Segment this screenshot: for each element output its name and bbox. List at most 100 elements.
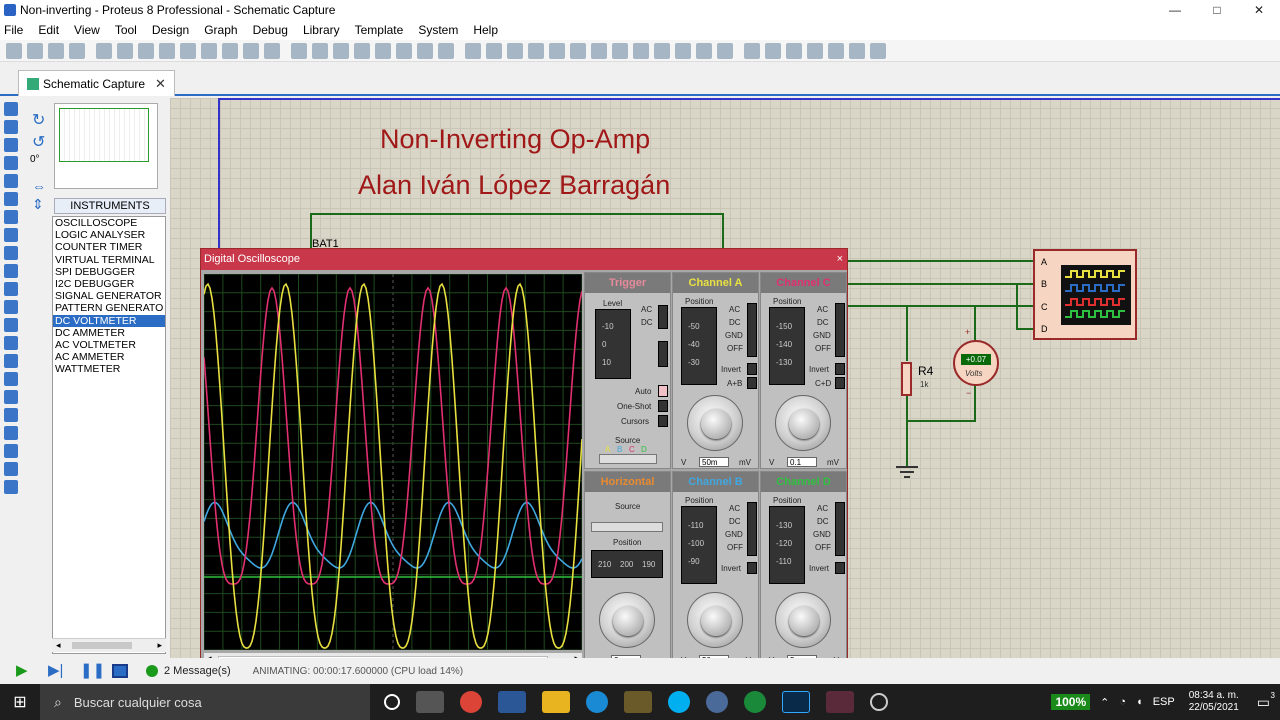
trigger-auto-button[interactable] <box>658 385 668 397</box>
channel-a-combine-button[interactable] <box>747 377 757 389</box>
generator-icon[interactable] <box>4 300 18 314</box>
line-icon[interactable] <box>4 354 18 368</box>
paste-icon[interactable] <box>549 42 565 59</box>
skype-icon[interactable] <box>668 691 690 713</box>
back-icon[interactable] <box>159 42 175 59</box>
oscilloscope-component[interactable]: A B C D <box>1033 249 1137 340</box>
menu-graph[interactable]: Graph <box>204 23 237 37</box>
play-icon[interactable]: ▶ <box>16 662 36 680</box>
channel-c-volts-knob[interactable] <box>775 395 831 451</box>
pcb-icon[interactable] <box>138 42 154 59</box>
box-icon[interactable] <box>4 372 18 386</box>
horizontal-position-dial[interactable]: 210 200 190 <box>591 550 663 578</box>
messages-count[interactable]: 2 Message(s) <box>164 665 231 677</box>
app-icon[interactable] <box>706 691 728 713</box>
pan-icon[interactable] <box>354 42 370 59</box>
block-rotate-icon[interactable] <box>612 42 628 59</box>
dc-voltmeter[interactable]: +0.07 Volts <box>953 340 999 386</box>
mirror-x-icon[interactable]: ⇔ <box>32 178 50 194</box>
oscilloscope-titlebar[interactable]: Digital Oscilloscope × <box>201 249 847 270</box>
cortana-icon[interactable] <box>384 694 400 710</box>
channel-c-position-dial[interactable]: -150 -140 -130 <box>769 307 805 385</box>
menu-help[interactable]: Help <box>473 23 498 37</box>
copy-icon[interactable] <box>528 42 544 59</box>
property-tool-icon[interactable] <box>786 42 802 59</box>
channel-c-invert-button[interactable] <box>835 363 845 375</box>
schematic-icon[interactable] <box>117 42 133 59</box>
minimize-button[interactable]: — <box>1154 0 1196 20</box>
redo-icon[interactable] <box>486 42 502 59</box>
obs-icon[interactable] <box>870 693 888 711</box>
instruments-hscrollbar[interactable]: ◂ ▸ <box>52 638 166 652</box>
trigger-level-dial[interactable]: -10 0 10 <box>595 309 631 379</box>
undo-icon[interactable] <box>465 42 481 59</box>
virtual-instruments-icon[interactable] <box>4 336 18 350</box>
graph-icon[interactable] <box>4 264 18 278</box>
channel-b-invert-button[interactable] <box>747 562 757 574</box>
step-icon[interactable]: ▶| <box>48 662 68 680</box>
horizontal-source-slider[interactable] <box>591 522 663 532</box>
channel-c-coupling-switch[interactable] <box>835 303 845 357</box>
exit-parent-icon[interactable] <box>849 42 865 59</box>
channel-a-position-dial[interactable]: -50 -40 -30 <box>681 307 717 385</box>
list-item[interactable]: WATTMETER <box>53 363 165 375</box>
volume-icon[interactable]: ◖ <box>1136 696 1143 708</box>
list-item[interactable]: SPI DEBUGGER <box>53 266 165 278</box>
wire-label-icon[interactable] <box>4 156 18 170</box>
grid-icon[interactable] <box>312 42 328 59</box>
pause-icon[interactable]: ❚❚ <box>80 662 105 680</box>
import-icon[interactable] <box>69 42 85 59</box>
block-copy-icon[interactable] <box>570 42 586 59</box>
language-indicator[interactable]: ESP <box>1153 696 1175 708</box>
minecraft-icon[interactable] <box>624 691 652 713</box>
remove-sheet-icon[interactable] <box>828 42 844 59</box>
channel-b-volts-knob[interactable] <box>687 592 743 648</box>
channel-b-coupling-switch[interactable] <box>747 502 757 556</box>
network-icon[interactable]: ◔ <box>1119 696 1126 708</box>
forward-icon[interactable] <box>180 42 196 59</box>
scroll-thumb[interactable] <box>72 642 132 649</box>
channel-d-invert-button[interactable] <box>835 562 845 574</box>
list-item[interactable]: PATTERN GENERATO <box>53 302 165 314</box>
photoshop-icon[interactable] <box>782 691 810 713</box>
buses-icon[interactable] <box>4 192 18 206</box>
list-item[interactable]: DC AMMETER <box>53 327 165 339</box>
taskbar-search[interactable]: ⌕ Buscar cualquier cosa <box>40 684 370 720</box>
channel-a-coupling-switch[interactable] <box>747 303 757 357</box>
block-move-icon[interactable] <box>591 42 607 59</box>
text-icon[interactable] <box>4 444 18 458</box>
bom-icon[interactable] <box>201 42 217 59</box>
selection-mode-icon[interactable] <box>4 102 18 116</box>
refresh-icon[interactable] <box>291 42 307 59</box>
stop-icon[interactable] <box>112 664 128 678</box>
overview-window[interactable] <box>54 103 158 189</box>
channel-d-volts-knob[interactable] <box>775 592 831 648</box>
decompose-icon[interactable] <box>717 42 733 59</box>
close-button[interactable]: ✕ <box>1238 0 1280 20</box>
list-item-selected[interactable]: DC VOLTMETER <box>53 314 165 327</box>
list-item[interactable]: I2C DEBUGGER <box>53 278 165 290</box>
trigger-coupling-switch[interactable] <box>658 305 668 329</box>
menu-tool[interactable]: Tool <box>115 23 137 37</box>
tab-schematic-capture[interactable]: Schematic Capture ✕ <box>18 70 175 96</box>
channel-d-coupling-switch[interactable] <box>835 502 845 556</box>
source-code-icon[interactable] <box>243 42 259 59</box>
zoom-area-icon[interactable] <box>438 42 454 59</box>
menu-edit[interactable]: Edit <box>38 23 59 37</box>
circle-icon[interactable] <box>4 390 18 404</box>
xbox-icon[interactable] <box>744 691 766 713</box>
list-item[interactable]: AC VOLTMETER <box>53 339 165 351</box>
menu-library[interactable]: Library <box>303 23 340 37</box>
home-icon[interactable] <box>96 42 112 59</box>
new-sheet-icon[interactable] <box>807 42 823 59</box>
open-file-icon[interactable] <box>27 42 43 59</box>
trigger-cursors-button[interactable] <box>658 415 668 427</box>
horizontal-time-knob[interactable] <box>599 592 655 648</box>
chrome-icon[interactable] <box>460 691 482 713</box>
list-item[interactable]: OSCILLOSCOPE <box>53 217 165 229</box>
windows-start-icon[interactable]: ⊞ <box>0 684 40 720</box>
oscilloscope-close-button[interactable]: × <box>837 249 843 270</box>
rotate-cw-icon[interactable]: ↻ <box>32 110 50 130</box>
marker-icon[interactable] <box>4 480 18 494</box>
tray-chevron-icon[interactable]: ⌃ <box>1100 696 1109 709</box>
